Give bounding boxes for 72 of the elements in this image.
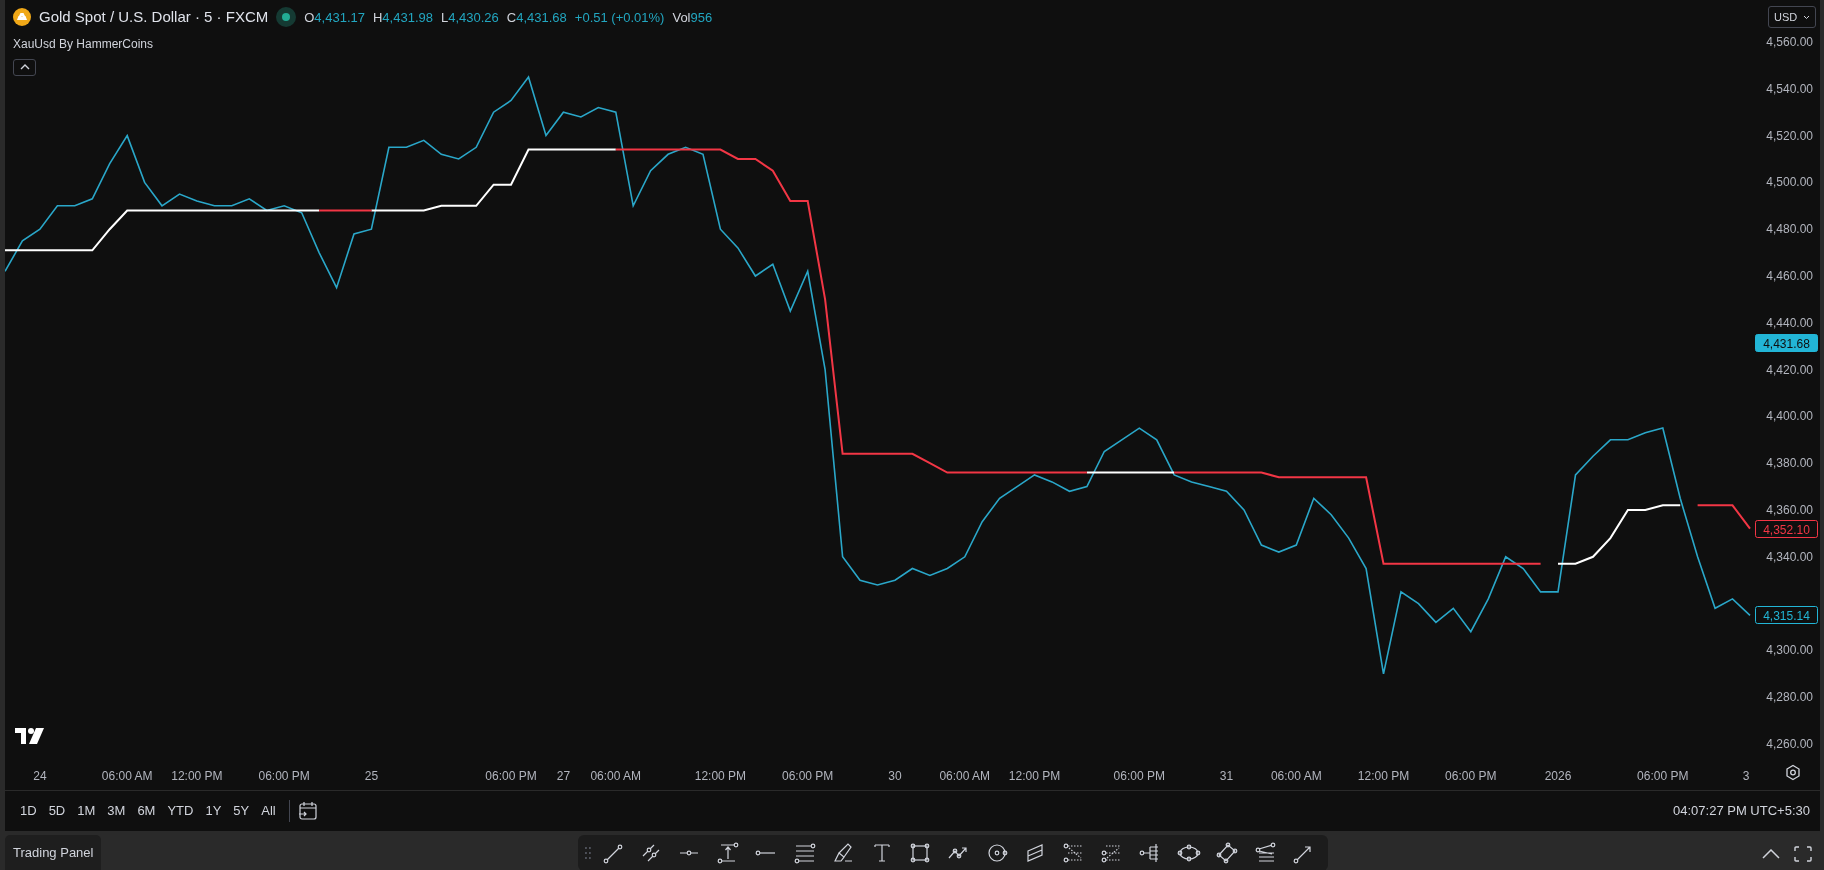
time-tick-label: 06:00 PM — [1445, 769, 1497, 783]
time-tick-label: 06:00 PM — [1113, 769, 1165, 783]
chevron-up-icon[interactable] — [1762, 849, 1780, 859]
collapse-button[interactable] — [13, 58, 36, 76]
price-tick-label: 4,400.00 — [1766, 409, 1813, 424]
currency-dropdown[interactable]: USD — [1768, 6, 1816, 28]
date-range-icon[interactable] — [715, 841, 740, 865]
range-button[interactable]: 3M — [102, 799, 131, 823]
range-button[interactable]: 1Y — [200, 799, 227, 823]
range-button[interactable]: 1D — [15, 799, 42, 823]
fan-lines-icon[interactable] — [1253, 841, 1278, 865]
price-marker: 4,431.68 — [1755, 334, 1818, 352]
price-tick-label: 4,300.00 — [1766, 643, 1813, 658]
logo-icon — [15, 728, 45, 744]
price-tick-label: 4,520.00 — [1766, 128, 1813, 143]
time-tick-label: 24 — [33, 769, 47, 783]
time-tick-label: 12:00 PM — [1357, 769, 1410, 783]
time-tick-label: 2026 — [1544, 769, 1572, 783]
caret-icon — [1803, 14, 1810, 20]
time-tick-label: 25 — [364, 769, 379, 783]
price-tick-label: 4,560.00 — [1766, 35, 1813, 49]
time-tick-label: 06:00 PM — [782, 769, 834, 783]
price-tick-label: 4,460.00 — [1766, 269, 1813, 283]
range-button[interactable]: 1M — [72, 799, 101, 823]
price-marker: 4,352.10 — [1755, 520, 1818, 538]
time-tick-label: 12:00 PM — [694, 769, 747, 783]
range-button[interactable]: 6M — [132, 799, 161, 823]
symbol-title: Gold Spot / U.S. Dollar · 5 · FXCM — [39, 7, 269, 27]
price-tick-label: 4,340.00 — [1766, 549, 1813, 564]
change-value: +0.51 (+0.01%) — [574, 8, 665, 27]
time-tick-label: 27 — [556, 769, 571, 783]
drag-handle-icon[interactable] — [584, 846, 592, 860]
range-button[interactable]: All — [256, 799, 281, 823]
time-tick-label: 06:00 AM — [939, 769, 991, 783]
volume-value: Vol956 — [672, 8, 713, 27]
time-tick-label: 12:00 PM — [1008, 769, 1061, 783]
time-tick-label: 31 — [1219, 769, 1234, 783]
ohlc-value: L4,430.26 — [440, 8, 499, 27]
price-tick-label: 4,440.00 — [1766, 315, 1813, 330]
price-tick-label: 4,480.00 — [1766, 222, 1813, 237]
time-tick-label: 30 — [888, 769, 902, 783]
time-tick-label: 06:00 PM — [258, 769, 310, 783]
settings-icon[interactable] — [1786, 764, 1800, 781]
fullscreen-icon[interactable] — [1794, 846, 1812, 862]
price-tick-label: 4,500.00 — [1766, 175, 1813, 190]
time-tick-label: 06:00 PM — [1637, 769, 1689, 783]
time-tick-label: 06:00 AM — [1270, 769, 1322, 783]
time-tick-label: 06:00 AM — [590, 769, 642, 783]
symbol-logo-icon — [13, 8, 31, 27]
ohlc-value: C4,431.68 — [506, 8, 567, 27]
time-tick-label: 06:00 PM — [485, 769, 537, 783]
range-button[interactable]: YTD — [162, 799, 199, 823]
price-tick-label: 4,420.00 — [1766, 362, 1813, 377]
time-tick-label: 06:00 AM — [101, 769, 153, 783]
clock-text: 04:07:27 PM UTC+5:30 — [1673, 802, 1810, 821]
calendar-icon[interactable] — [297, 801, 318, 821]
price-tick-label: 4,540.00 — [1766, 81, 1813, 96]
range-button[interactable]: 5Y — [228, 799, 255, 823]
time-tick-label: 3 — [1742, 769, 1750, 783]
ohlc-value: O4,431.17 — [304, 8, 365, 27]
price-tick-label: 4,360.00 — [1766, 503, 1813, 517]
time-tick-label: 12:00 PM — [171, 769, 223, 783]
price-tick-label: 4,380.00 — [1766, 456, 1813, 471]
ohlc-value: H4,431.98 — [372, 8, 433, 27]
lines-icon[interactable] — [792, 841, 817, 865]
price-marker: 4,315.14 — [1755, 606, 1818, 624]
chevron-up-icon — [19, 64, 30, 70]
price-tick-label: 4,280.00 — [1766, 690, 1813, 705]
trading-panel-tab[interactable]: Trading Panel — [5, 835, 102, 870]
indicator-title: XauUsd By HammerCoins — [13, 35, 155, 53]
price-tick-label: 4,260.00 — [1766, 737, 1813, 751]
range-button[interactable]: 5D — [43, 799, 71, 823]
